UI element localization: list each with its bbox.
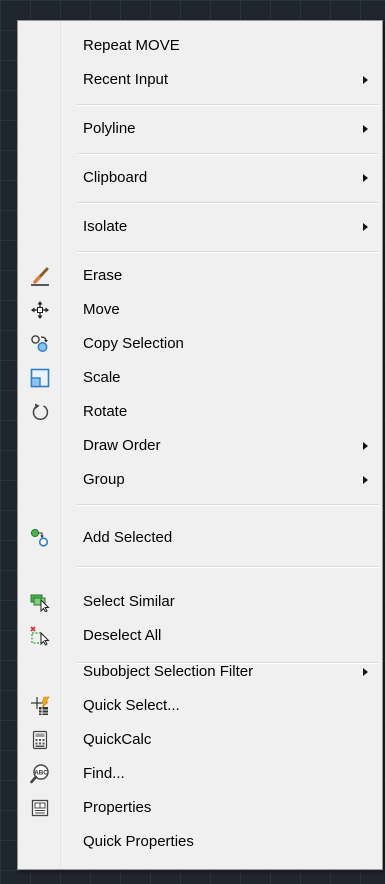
menu-item-label: Clipboard bbox=[83, 169, 148, 186]
menu-item-copy-selection[interactable]: Copy Selection bbox=[18, 327, 382, 361]
submenu-arrow-icon bbox=[363, 223, 368, 231]
menu-item-label: Move bbox=[83, 301, 120, 318]
menu-item-subobject-selection-filter[interactable]: Subobject Selection Filter bbox=[18, 655, 382, 689]
menu-item-label: Group bbox=[83, 471, 125, 488]
submenu-arrow-icon bbox=[363, 442, 368, 450]
menu-item-erase[interactable]: Erase bbox=[18, 259, 382, 293]
menu-item-label: Find... bbox=[83, 765, 125, 782]
svg-text:ABC: ABC bbox=[34, 770, 48, 777]
menu-item-properties[interactable]: Properties bbox=[18, 791, 382, 825]
menu-separator bbox=[78, 251, 378, 253]
menu-item-add-selected[interactable]: Add Selected bbox=[18, 521, 382, 555]
menu-item-label: Repeat MOVE bbox=[83, 37, 180, 54]
menu-item-label: Recent Input bbox=[83, 71, 169, 88]
menu-item-quick-properties[interactable]: Quick Properties bbox=[18, 825, 382, 859]
menu-item-label: Polyline bbox=[83, 120, 136, 137]
menu-item-draw-order[interactable]: Draw Order bbox=[18, 429, 382, 463]
add-selected-icon bbox=[30, 528, 49, 547]
menu-item-isolate[interactable]: Isolate bbox=[18, 210, 382, 244]
menu-item-label: Select Similar bbox=[83, 593, 175, 610]
scale-icon bbox=[30, 368, 50, 388]
properties-icon bbox=[31, 799, 49, 817]
menu-item-group[interactable]: Group bbox=[18, 463, 382, 497]
menu-item-label: Erase bbox=[83, 267, 123, 284]
menu-item-label: Rotate bbox=[83, 403, 128, 420]
menu-item-deselect-all[interactable]: Deselect All bbox=[18, 619, 382, 653]
move-arrows-icon bbox=[31, 301, 49, 319]
quick-select-icon bbox=[31, 696, 50, 715]
menu-item-label: Scale bbox=[83, 369, 121, 386]
menu-item-label: Add Selected bbox=[83, 529, 173, 546]
menu-item-quickcalc[interactable]: QuickCalc bbox=[18, 723, 382, 757]
find-text-icon: ABC bbox=[30, 764, 49, 784]
menu-item-label: Deselect All bbox=[83, 627, 162, 644]
menu-item-label: Draw Order bbox=[83, 437, 161, 454]
eraser-icon bbox=[31, 267, 49, 286]
menu-item-select-similar[interactable]: Select Similar bbox=[18, 585, 382, 619]
menu-item-rotate[interactable]: Rotate bbox=[18, 395, 382, 429]
menu-item-move[interactable]: Move bbox=[18, 293, 382, 327]
submenu-arrow-icon bbox=[363, 476, 368, 484]
menu-item-recent-input[interactable]: Recent Input bbox=[18, 63, 382, 97]
context-menu: Repeat MOVE Recent Input Polyline Clipbo… bbox=[17, 20, 383, 870]
menu-item-clipboard[interactable]: Clipboard bbox=[18, 161, 382, 195]
submenu-arrow-icon bbox=[363, 125, 368, 133]
submenu-arrow-icon bbox=[363, 174, 368, 182]
copy-selection-icon bbox=[31, 335, 48, 352]
menu-separator bbox=[78, 504, 378, 506]
menu-separator bbox=[78, 566, 378, 568]
menu-separator bbox=[78, 153, 378, 155]
menu-item-label: Properties bbox=[83, 799, 152, 816]
menu-item-label: QuickCalc bbox=[83, 731, 152, 748]
menu-item-repeat-move[interactable]: Repeat MOVE bbox=[18, 29, 382, 63]
submenu-arrow-icon bbox=[363, 76, 368, 84]
menu-item-label: Quick Select... bbox=[83, 697, 180, 714]
rotate-icon bbox=[32, 403, 49, 420]
select-similar-icon bbox=[30, 594, 50, 612]
menu-item-label: Quick Properties bbox=[83, 833, 194, 850]
menu-item-quick-select[interactable]: Quick Select... bbox=[18, 689, 382, 723]
menu-item-label: Subobject Selection Filter bbox=[83, 663, 254, 680]
menu-item-label: Copy Selection bbox=[83, 335, 184, 352]
menu-item-scale[interactable]: Scale bbox=[18, 361, 382, 395]
menu-item-label: Isolate bbox=[83, 218, 128, 235]
deselect-all-icon bbox=[30, 626, 50, 646]
menu-separator bbox=[78, 202, 378, 204]
calculator-icon bbox=[32, 730, 48, 750]
submenu-arrow-icon bbox=[363, 668, 368, 676]
menu-item-polyline[interactable]: Polyline bbox=[18, 112, 382, 146]
menu-separator bbox=[78, 104, 378, 106]
menu-item-find[interactable]: ABC Find... bbox=[18, 757, 382, 791]
